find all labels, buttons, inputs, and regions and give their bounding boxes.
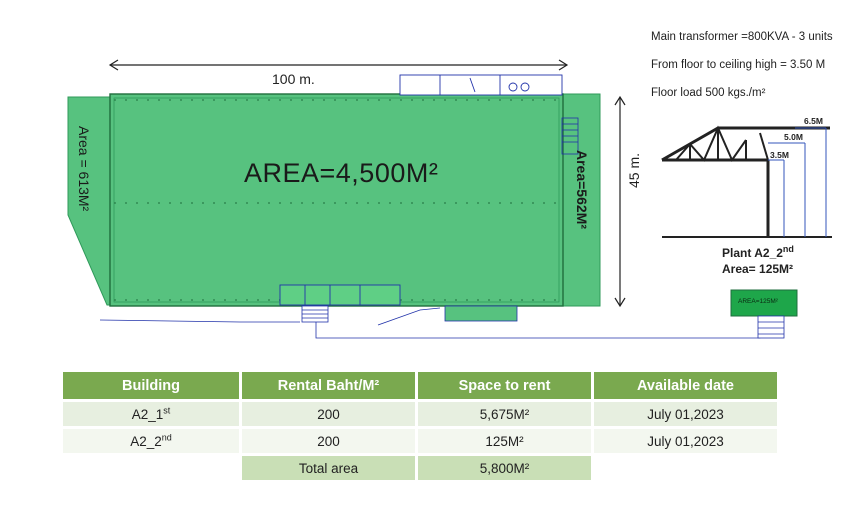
header-space: Space to rent — [415, 372, 593, 401]
table-row: A2_1st 200 5,675M² July 01,2023 — [63, 399, 777, 428]
site-boundary-right — [377, 307, 441, 326]
truss-height-6-5: 6.5M — [804, 116, 823, 126]
width-dimension-arrow — [108, 59, 569, 71]
plant2-area: Area= 125M² — [722, 262, 794, 276]
spec-ceiling-height: From floor to ceiling high = 3.50 M — [651, 59, 826, 71]
table-header-row: Building Rental Baht/M² Space to rent Av… — [63, 372, 777, 401]
cell-space: 125M² — [415, 426, 593, 455]
truss-height-5-0: 5.0M — [784, 132, 803, 142]
truss-diagram — [661, 125, 832, 238]
cell-date: July 01,2023 — [591, 426, 777, 455]
height-dimension-arrow — [614, 95, 626, 308]
bottom-office-rooms — [279, 284, 401, 306]
cell-building: A2_2nd — [63, 426, 241, 455]
spec-floor-load: Floor load 500 kgs./m² — [651, 87, 766, 99]
header-rental: Rental Baht/M² — [239, 372, 417, 401]
table-row: A2_2nd 200 125M² July 01,2023 — [63, 426, 777, 455]
cell-building: A2_1st — [63, 399, 241, 428]
plant2-title: Plant A2_2nd — [722, 244, 794, 261]
building-sup: st — [163, 405, 171, 415]
height-label: 45 m. — [626, 152, 642, 188]
main-hall — [109, 93, 564, 307]
rental-table: Building Rental Baht/M² Space to rent Av… — [63, 372, 777, 480]
total-value: 5,800M² — [415, 453, 593, 480]
plant2-title-sup: nd — [782, 244, 794, 254]
right-area-label: Area=562M² — [574, 150, 590, 229]
cell-rental: 200 — [239, 426, 417, 455]
entrance-stairs — [301, 305, 329, 323]
spec-transformer: Main transformer =800KVA - 3 units — [651, 31, 833, 43]
header-date: Available date — [591, 372, 777, 401]
cell-rental: 200 — [239, 399, 417, 428]
header-building: Building — [63, 372, 241, 401]
plant2-box-label: AREA=125M² — [738, 298, 778, 305]
building-sup: nd — [161, 432, 172, 442]
plant2-title-text: Plant A2_2 — [722, 246, 783, 260]
building-name: A2_2 — [130, 433, 162, 449]
cell-blank — [63, 453, 241, 480]
cell-blank-end — [591, 453, 777, 480]
width-label: 100 m. — [272, 71, 315, 87]
main-area-label: AREA=4,500M² — [244, 158, 439, 188]
building-name: A2_1 — [131, 406, 164, 422]
table-total-row: Total area 5,800M² — [63, 453, 777, 480]
site-boundary — [99, 319, 300, 323]
top-utility-rooms — [399, 74, 563, 96]
cell-date: July 01,2023 — [591, 399, 777, 428]
total-label: Total area — [239, 453, 417, 480]
connector-line — [315, 320, 761, 339]
loading-annex — [444, 305, 518, 322]
cell-space: 5,675M² — [415, 399, 593, 428]
left-area-label: Area = 613M² — [76, 126, 92, 212]
truss-height-3-5: 3.5M — [770, 150, 789, 160]
